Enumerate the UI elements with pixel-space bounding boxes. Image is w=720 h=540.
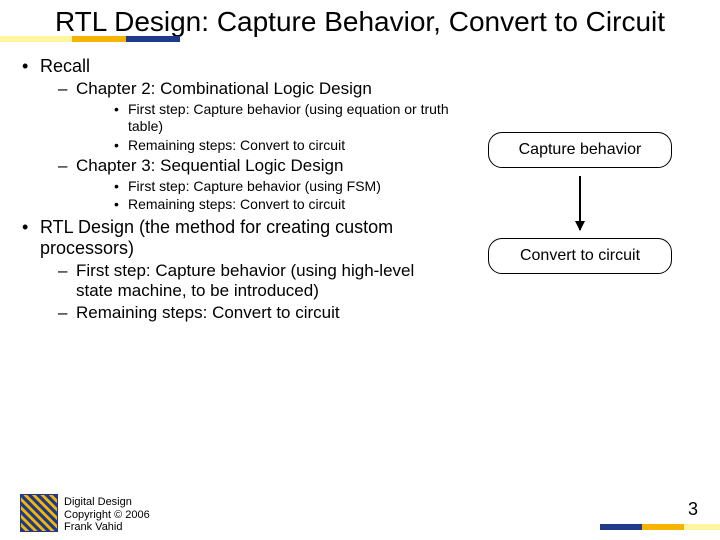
bullet-recall: Recall Chapter 2: Combinational Logic De… (22, 56, 452, 213)
bullet-rtl: RTL Design (the method for creating cust… (22, 217, 452, 323)
bullet-ch3: Chapter 3: Sequential Logic Design First… (40, 156, 452, 214)
bullet-ch3-first: First step: Capture behavior (using FSM) (76, 178, 452, 195)
diagram-box-convert: Convert to circuit (488, 238, 672, 274)
bullet-text: Recall (40, 56, 90, 76)
footer-accent-bar (600, 524, 720, 530)
page-number: 3 (688, 499, 698, 520)
bullet-text: RTL Design (the method for creating cust… (40, 217, 393, 258)
arrow-down-icon (579, 176, 581, 230)
bullet-text: Chapter 2: Combinational Logic Design (76, 79, 372, 98)
bullet-ch2-remaining: Remaining steps: Convert to circuit (76, 137, 452, 154)
bullet-rtl-first: First step: Capture behavior (using high… (40, 261, 452, 301)
title-accent-bar (0, 36, 180, 42)
slide: RTL Design: Capture Behavior, Convert to… (0, 0, 720, 540)
bullet-rtl-remaining: Remaining steps: Convert to circuit (40, 303, 452, 323)
credit-line1: Digital Design (64, 496, 150, 509)
bullet-ch3-remaining: Remaining steps: Convert to circuit (76, 196, 452, 213)
bullet-column: Recall Chapter 2: Combinational Logic De… (22, 52, 452, 323)
diagram-arrow (480, 168, 680, 238)
credit-line3: Frank Vahid (64, 521, 150, 534)
logo-icon (20, 494, 58, 532)
credit-line2: Copyright © 2006 (64, 509, 150, 522)
title-region: RTL Design: Capture Behavior, Convert to… (0, 0, 720, 38)
slide-title: RTL Design: Capture Behavior, Convert to… (0, 6, 720, 38)
flow-diagram: Capture behavior Convert to circuit (480, 132, 680, 274)
bullet-ch2-first: First step: Capture behavior (using equa… (76, 101, 452, 135)
bullet-text: Chapter 3: Sequential Logic Design (76, 156, 343, 175)
footer: Digital Design Copyright © 2006 Frank Va… (0, 484, 720, 534)
diagram-box-capture: Capture behavior (488, 132, 672, 168)
credit-block: Digital Design Copyright © 2006 Frank Va… (64, 496, 150, 534)
bullet-ch2: Chapter 2: Combinational Logic Design Fi… (40, 79, 452, 153)
